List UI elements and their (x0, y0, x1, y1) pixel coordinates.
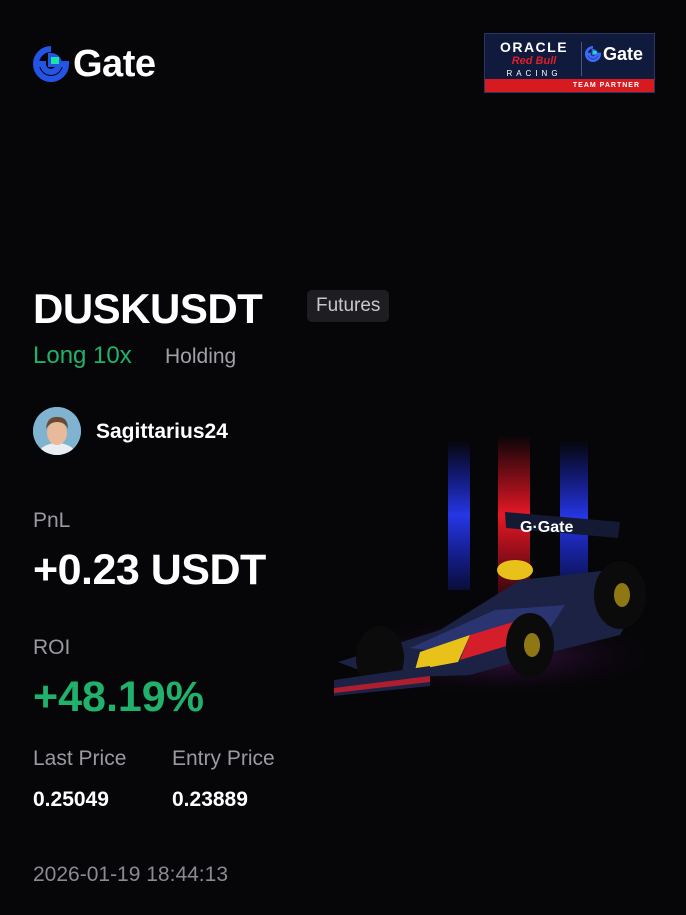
partner-racing-text: RACING (506, 69, 562, 78)
timestamp: 2026-01-19 18:44:13 (33, 863, 228, 886)
gate-logo-icon (585, 46, 601, 62)
pnl-value: +0.23 USDT (33, 546, 266, 594)
last-price-label: Last Price (33, 747, 127, 770)
roi-label: ROI (33, 636, 71, 659)
brand-logo: Gate (33, 43, 156, 85)
partner-redbull-text: Red Bull (511, 55, 557, 67)
trading-pair: DUSKUSDT (33, 285, 263, 332)
roi-value: +48.19% (33, 673, 204, 721)
partner-oracle-text: ORACLE (499, 39, 569, 55)
last-price-value: 0.25049 (33, 788, 109, 811)
partner-gate-text: Gate (603, 44, 644, 64)
entry-price-value: 0.23889 (172, 788, 248, 811)
brand-name: Gate (73, 43, 156, 85)
partner-team-logo: ORACLE Red Bull RACING (493, 40, 575, 79)
partner-badge: ORACLE Red Bull RACING Gate TEAM PARTNER (484, 33, 655, 93)
pnl-label: PnL (33, 509, 71, 532)
avatar-icon (33, 407, 81, 455)
avatar (33, 407, 81, 455)
race-car-image: G·Gate (330, 435, 670, 700)
partner-gate-logo: Gate (585, 44, 643, 64)
svg-text:G·Gate: G·Gate (520, 519, 573, 536)
market-type-tag: Futures (307, 290, 390, 322)
gate-logo-icon (33, 46, 69, 82)
position-direction: Long 10x (33, 342, 132, 369)
partner-strip: TEAM PARTNER (485, 79, 654, 92)
username: Sagittarius24 (96, 420, 228, 443)
partner-divider (581, 42, 582, 76)
position-status: Holding (165, 345, 237, 368)
share-card: Gate ORACLE Red Bull RACING Gate TEAM PA… (0, 0, 686, 915)
entry-price-label: Entry Price (172, 747, 275, 770)
